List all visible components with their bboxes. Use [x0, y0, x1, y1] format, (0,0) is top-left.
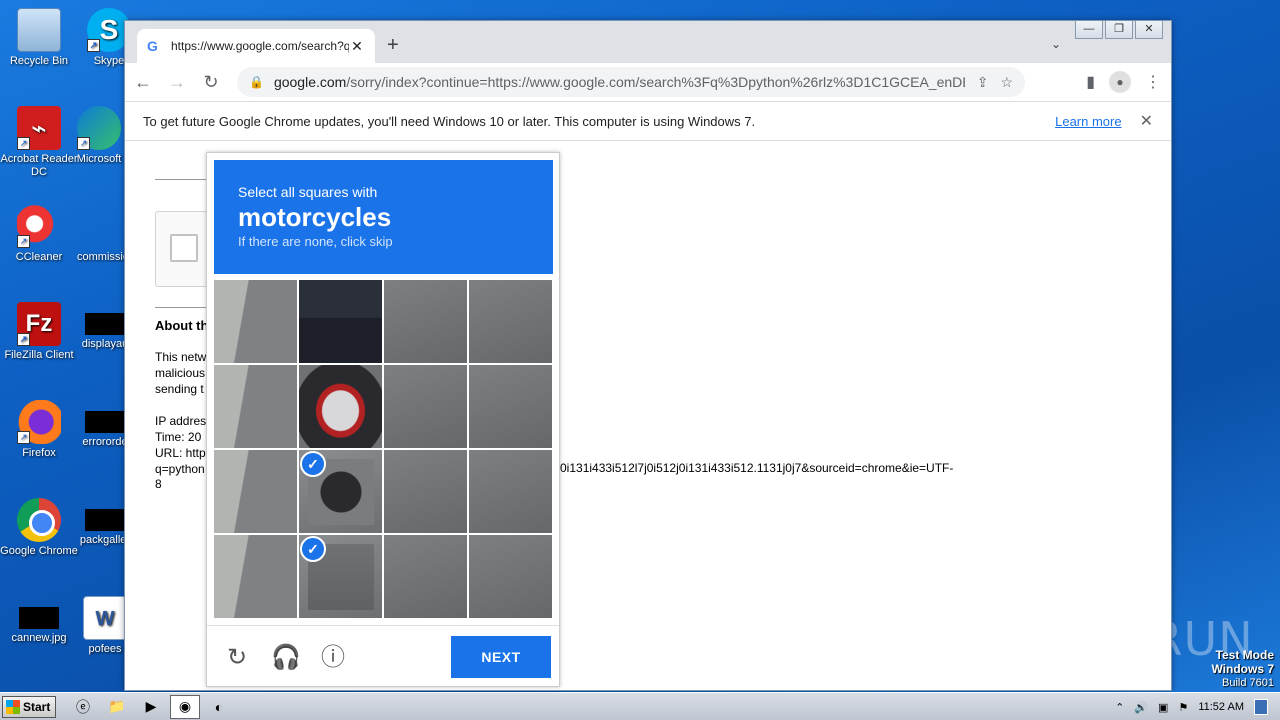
captcha-target: motorcycles	[238, 202, 392, 232]
system-tray: ⌃ 🔊 ▣ ⚑ 11:52 AM	[1115, 693, 1280, 720]
captcha-tile[interactable]	[214, 535, 297, 618]
url-path: /sorry/index?continue=https://www.google…	[346, 74, 965, 90]
google-favicon-icon: G	[147, 38, 158, 54]
ie-taskbar-icon[interactable]: ⓔ	[68, 695, 98, 719]
chrome-taskbar-icon[interactable]: ◉	[170, 694, 200, 719]
minimize-button[interactable]: —	[1075, 21, 1103, 39]
captcha-tile[interactable]	[384, 365, 467, 448]
firefox-icon: ↗	[17, 400, 61, 444]
profile-avatar-icon[interactable]: ●	[1109, 71, 1131, 93]
new-tab-button[interactable]: +	[387, 35, 399, 55]
tab-strip: G https://www.google.com/search?q= ✕ + ⌄…	[125, 21, 1171, 63]
network-icon[interactable]: ▣	[1158, 701, 1168, 714]
media-player-taskbar-icon[interactable]: ▶	[136, 695, 166, 719]
address-url[interactable]: google.com/sorry/index?continue=https://…	[274, 74, 965, 90]
tab-search-chevron-icon[interactable]: ⌄	[1051, 37, 1061, 51]
info-icon[interactable]: ⓘ	[319, 644, 347, 672]
audio-challenge-headphones-icon[interactable]: 🎧	[271, 644, 301, 672]
captcha-tile-selected[interactable]: ✓	[299, 535, 382, 618]
captcha-tile[interactable]	[469, 365, 552, 448]
captcha-tile[interactable]	[384, 450, 467, 533]
test-mode-line: Test Mode	[1215, 648, 1274, 662]
captcha-hint: If there are none, click skip	[238, 234, 393, 249]
captcha-tile[interactable]	[469, 535, 552, 618]
captcha-tile[interactable]	[214, 280, 297, 363]
start-label: Start	[23, 699, 51, 714]
file-icon	[85, 313, 125, 335]
file-icon	[81, 204, 125, 248]
update-infobar: To get future Google Chrome updates, you…	[125, 101, 1171, 141]
filezilla-icon: Fz ↗	[17, 302, 61, 346]
acrobat-icon: ⌁ ↗	[17, 106, 61, 150]
captcha-tile-selected[interactable]: ✓	[299, 450, 382, 533]
captcha-tile[interactable]	[214, 450, 297, 533]
next-button[interactable]: NEXT	[451, 636, 551, 678]
captcha-header: Select all squares with motorcycles If t…	[214, 160, 553, 274]
test-mode-notice: Test Mode Windows 7 Build 7601	[1211, 648, 1274, 690]
about-heading: About th	[155, 318, 209, 333]
infobar-close-icon[interactable]: ✕	[1140, 111, 1153, 131]
captcha-tile[interactable]	[384, 280, 467, 363]
clock[interactable]: 11:52 AM	[1198, 701, 1244, 713]
explorer-taskbar-icon[interactable]: 📁	[102, 695, 132, 719]
captcha-instruction: Select all squares with	[238, 184, 378, 200]
windows-logo-icon	[6, 699, 20, 714]
back-arrow-icon[interactable]: ←	[127, 72, 159, 93]
captcha-tile[interactable]	[299, 280, 382, 363]
address-bar[interactable]: 🔒 google.com/sorry/index?continue=https:…	[237, 67, 1025, 97]
captcha-tile[interactable]	[469, 450, 552, 533]
recaptcha-challenge: Select all squares with motorcycles If t…	[206, 152, 560, 687]
edge-taskbar-icon[interactable]: ◐	[204, 695, 234, 719]
start-button[interactable]: Start	[2, 695, 56, 718]
learn-more-link[interactable]: Learn more	[1055, 114, 1121, 129]
captcha-tile[interactable]	[384, 535, 467, 618]
ccleaner-icon: ↗	[17, 204, 61, 248]
chrome-icon	[17, 498, 61, 542]
checkmark-icon: ✓	[300, 451, 326, 477]
tray-expand-icon[interactable]: ⌃	[1115, 701, 1124, 714]
lock-icon[interactable]: 🔒	[249, 75, 264, 89]
captcha-tile[interactable]	[469, 280, 552, 363]
windows-version-line: Windows 7	[1211, 662, 1274, 676]
forward-arrow-icon[interactable]: →	[161, 72, 193, 93]
captcha-tile-grid: ✓ ✓	[214, 280, 553, 619]
recycle-bin-icon	[17, 8, 61, 52]
captcha-tile[interactable]	[214, 365, 297, 448]
restore-button[interactable]: ❐	[1105, 21, 1133, 39]
reload-icon[interactable]: ↻	[195, 72, 227, 93]
browser-toolbar: ← → ↻ 🔒 google.com/sorry/index?continue=…	[125, 63, 1171, 101]
tab-google-search[interactable]: G https://www.google.com/search?q= ✕	[137, 29, 375, 63]
side-panel-icon[interactable]: ▮	[1086, 72, 1095, 92]
share-icon[interactable]: ⇪	[977, 74, 989, 91]
file-icon	[85, 411, 125, 433]
window-controls: — ❐ ✕	[1075, 21, 1163, 39]
desktop-icon-recycle-bin[interactable]: Recycle Bin	[0, 8, 78, 68]
file-icon	[85, 509, 125, 531]
menu-kebab-icon[interactable]: ⋮	[1145, 72, 1161, 92]
volume-icon[interactable]: 🔊	[1134, 701, 1148, 714]
recaptcha-checkbox[interactable]	[170, 234, 198, 262]
checkmark-icon: ✓	[300, 536, 326, 562]
reload-challenge-icon[interactable]: ↻	[223, 644, 251, 672]
action-center-flag-icon[interactable]: ⚑	[1178, 701, 1188, 714]
request-url-tail: 0i131i433i512l7j0i512j0i131i433i512.1131…	[560, 461, 954, 475]
build-line: Build 7601	[1222, 677, 1274, 689]
toolbar-right: ▮ ● ⋮	[1086, 71, 1161, 93]
edge-icon: ↗	[77, 106, 121, 150]
infobar-message: To get future Google Chrome updates, you…	[143, 113, 756, 129]
close-window-button[interactable]: ✕	[1135, 21, 1163, 39]
captcha-footer: ↻ 🎧 ⓘ NEXT	[207, 625, 559, 687]
bookmark-star-icon[interactable]: ☆	[1000, 74, 1013, 91]
show-desktop-button[interactable]	[1254, 699, 1268, 715]
taskbar: Start ⓔ 📁 ▶ ◉ ◐ ⌃ 🔊 ▣ ⚑ 11:52 AM	[0, 692, 1280, 720]
tab-close-icon[interactable]: ✕	[349, 38, 365, 55]
word-document-icon: W	[83, 596, 127, 640]
url-host: google.com	[273, 74, 347, 90]
tab-title: https://www.google.com/search?q=	[171, 39, 349, 53]
desktop-icon-label: Recycle Bin	[9, 55, 69, 67]
request-url-end: 8	[155, 477, 162, 491]
captcha-tile[interactable]	[299, 365, 382, 448]
image-file-icon	[19, 607, 59, 629]
